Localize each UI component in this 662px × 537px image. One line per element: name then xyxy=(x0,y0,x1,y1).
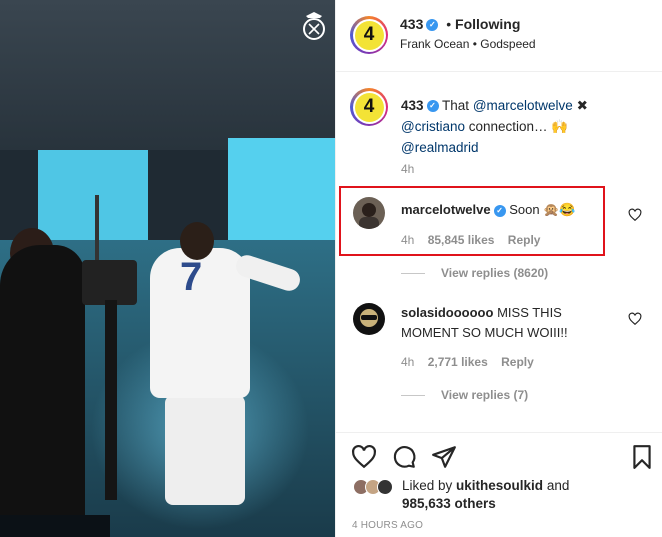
avatar[interactable]: 4 xyxy=(350,16,388,54)
post-caption: 433 ✓ That @marcelotwelve ✖ @cristiano co… xyxy=(401,98,588,155)
mention-realmadrid[interactable]: @realmadrid xyxy=(401,140,478,155)
led-screen-left xyxy=(38,150,148,242)
camera-operator xyxy=(0,245,85,537)
comment-meta: 4h 85,845 likes Reply xyxy=(401,233,540,247)
verified-badge-icon: ✓ xyxy=(426,19,439,32)
reply-button[interactable]: Reply xyxy=(508,233,541,247)
comment-body: marcelotwelve ✓ Soon 🙊😂 xyxy=(401,200,576,220)
video-camera xyxy=(82,260,137,305)
comment-username[interactable]: solasidoooooo xyxy=(401,305,493,320)
post-media[interactable]: 7 xyxy=(0,0,335,537)
comment-time: 4h xyxy=(401,355,415,369)
comment-likes[interactable]: 2,771 likes xyxy=(428,355,488,369)
comment-text: Soon 🙊😂 xyxy=(509,202,576,217)
avatar[interactable] xyxy=(353,303,385,335)
like-heart-icon[interactable] xyxy=(351,444,377,470)
audio-track[interactable]: Frank Ocean • Godspeed xyxy=(400,37,536,51)
verified-badge-icon: ✓ xyxy=(426,100,439,113)
share-paper-plane-icon[interactable] xyxy=(431,444,457,470)
following-button[interactable]: Following xyxy=(455,16,520,32)
avatar[interactable] xyxy=(353,197,385,229)
avatar[interactable] xyxy=(377,479,393,495)
comment-username[interactable]: marcelotwelve xyxy=(401,202,491,217)
comment-body: solasidoooooo MISS THIS MOMENT SO MUCH W… xyxy=(401,303,621,343)
raised-hands-emoji: 🙌 xyxy=(551,119,569,134)
header-separator: • xyxy=(446,16,452,32)
save-bookmark-icon[interactable] xyxy=(629,444,655,470)
comment-meta: 4h 2,771 likes Reply xyxy=(401,355,534,369)
mention-cristiano[interactable]: @cristiano xyxy=(401,119,465,134)
jersey-number: 7 xyxy=(180,255,203,299)
post-header: 4 433 ✓ • Following Frank Ocean • Godspee… xyxy=(336,0,662,72)
comment-likes[interactable]: 85,845 likes xyxy=(428,233,495,247)
likes-count-button[interactable]: 985,633 others xyxy=(402,496,496,511)
header-username[interactable]: 433 xyxy=(400,16,423,32)
comment-like-heart-icon[interactable] xyxy=(628,312,642,326)
post-timestamp[interactable]: 4 HOURS AGO xyxy=(352,520,423,531)
caption-username[interactable]: 433 xyxy=(401,98,424,113)
view-replies-button[interactable]: View replies (8620) xyxy=(401,266,548,280)
caption-time: 4h xyxy=(401,162,415,176)
cross-emoji: ✖ xyxy=(576,98,588,113)
view-replies-button[interactable]: View replies (7) xyxy=(401,388,528,402)
liked-by-username[interactable]: ukithesoulkid xyxy=(456,478,543,493)
mention-marcelotwelve[interactable]: @marcelotwelve xyxy=(473,98,573,113)
comment-time: 4h xyxy=(401,233,415,247)
verified-badge-icon: ✓ xyxy=(493,204,506,217)
liked-by-text: Liked by ukithesoulkid and 985,633 other… xyxy=(402,478,570,511)
comment-like-heart-icon[interactable] xyxy=(628,208,642,222)
caption-avatar[interactable]: 4 xyxy=(350,88,388,126)
real-madrid-crest-icon xyxy=(299,10,329,44)
comment-bubble-icon[interactable] xyxy=(391,444,417,470)
post-panel: 4 433 ✓ • Following Frank Ocean • Godspee… xyxy=(335,0,662,537)
reply-button[interactable]: Reply xyxy=(501,355,534,369)
